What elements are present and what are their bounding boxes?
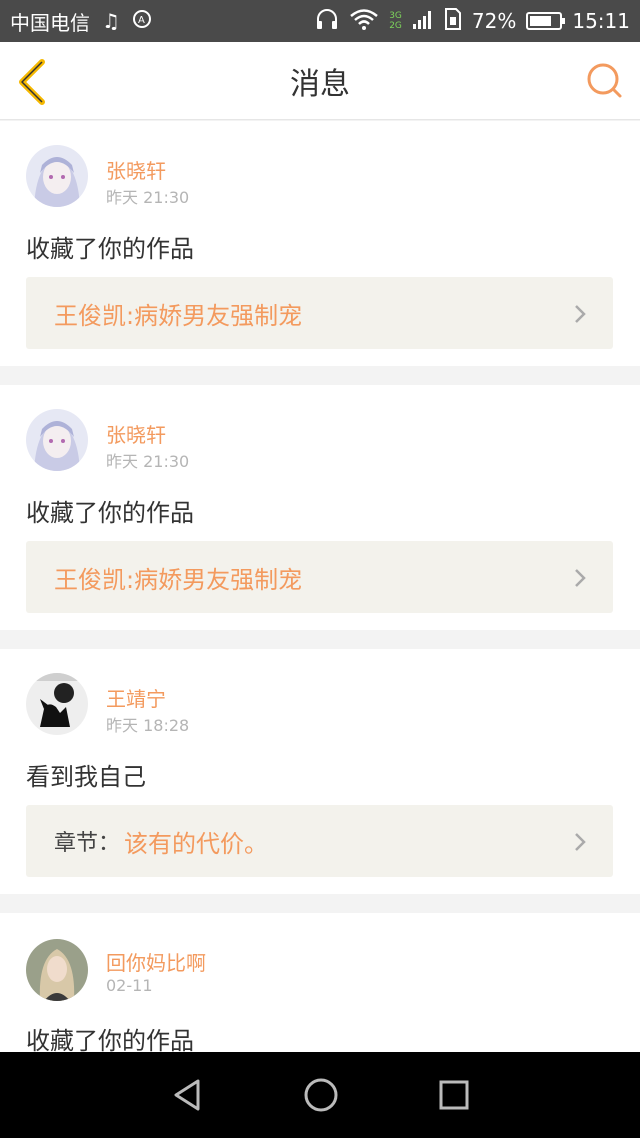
svg-text:A: A bbox=[138, 15, 145, 26]
message-text: 收藏了你的作品 bbox=[26, 1027, 194, 1052]
back-button[interactable] bbox=[14, 58, 54, 106]
battery-icon bbox=[526, 12, 566, 30]
music-icon: ♫ bbox=[102, 9, 120, 33]
signal-icon bbox=[412, 8, 434, 35]
system-nav-bar bbox=[0, 1052, 640, 1138]
message-text: 收藏了你的作品 bbox=[26, 499, 194, 527]
work-link[interactable]: 王俊凯:病娇男友强制宠 bbox=[26, 541, 613, 613]
home-icon[interactable] bbox=[303, 1077, 339, 1113]
message-card: 回你妈比啊 02-11 收藏了你的作品 bbox=[0, 913, 640, 1052]
recent-apps-icon[interactable] bbox=[438, 1079, 470, 1111]
status-bar: 中国电信 ♫ A 3G 2G 72% 15:11 bbox=[0, 0, 640, 42]
avatar[interactable] bbox=[26, 673, 88, 735]
message-text: 收藏了你的作品 bbox=[26, 235, 194, 263]
timestamp: 02-11 bbox=[106, 976, 153, 995]
page-title: 消息 bbox=[290, 66, 350, 102]
message-card: 王靖宁 昨天 18:28 看到我自己 章节： 该有的代价。 bbox=[0, 649, 640, 894]
battery-percent: 72% bbox=[471, 9, 517, 33]
username[interactable]: 张晓轩 bbox=[106, 419, 166, 448]
avatar[interactable] bbox=[26, 409, 88, 471]
timestamp: 昨天 21:30 bbox=[106, 452, 190, 471]
back-icon[interactable] bbox=[170, 1077, 204, 1113]
carrier-label: 中国电信 bbox=[10, 10, 90, 35]
chapter-link[interactable]: 章节： 该有的代价。 bbox=[26, 805, 613, 877]
message-card: 张晓轩 昨天 21:30 收藏了你的作品 王俊凯:病娇男友强制宠 bbox=[0, 385, 640, 630]
headphones-icon bbox=[315, 8, 339, 35]
chapter-title: 该有的代价。 bbox=[124, 829, 269, 858]
network-type-bottom: 2G bbox=[389, 21, 402, 31]
chevron-right-icon bbox=[575, 569, 586, 587]
message-list: 张晓轩 昨天 21:30 收藏了你的作品 王俊凯:病娇男友强制宠 张晓轩 昨天 … bbox=[0, 121, 640, 1052]
clock: 15:11 bbox=[572, 9, 630, 33]
sim-icon bbox=[444, 7, 462, 36]
chevron-right-icon bbox=[575, 305, 586, 323]
work-title: 王俊凯:病娇男友强制宠 bbox=[54, 565, 303, 594]
chapter-prefix: 章节： bbox=[54, 831, 121, 856]
message-text: 看到我自己 bbox=[26, 763, 146, 791]
message-card: 张晓轩 昨天 21:30 收藏了你的作品 王俊凯:病娇男友强制宠 bbox=[0, 121, 640, 366]
network-type-top: 3G bbox=[389, 11, 402, 21]
app-header: 消息 bbox=[0, 42, 640, 120]
timestamp: 昨天 21:30 bbox=[106, 188, 190, 207]
wifi-icon bbox=[349, 8, 379, 35]
username[interactable]: 张晓轩 bbox=[106, 155, 166, 184]
work-link[interactable]: 王俊凯:病娇男友强制宠 bbox=[26, 277, 613, 349]
timestamp: 昨天 18:28 bbox=[106, 716, 190, 735]
network-type-indicator: 3G 2G bbox=[389, 11, 402, 31]
search-button[interactable] bbox=[586, 62, 624, 100]
back-arrow-icon bbox=[19, 59, 45, 105]
username[interactable]: 王靖宁 bbox=[106, 683, 166, 712]
avatar[interactable] bbox=[26, 145, 88, 207]
avatar[interactable] bbox=[26, 939, 88, 1001]
chevron-right-icon bbox=[575, 833, 586, 851]
work-title: 王俊凯:病娇男友强制宠 bbox=[54, 301, 303, 330]
app-notification-icon: A bbox=[132, 9, 152, 34]
search-icon bbox=[587, 63, 622, 98]
username[interactable]: 回你妈比啊 bbox=[106, 947, 206, 976]
